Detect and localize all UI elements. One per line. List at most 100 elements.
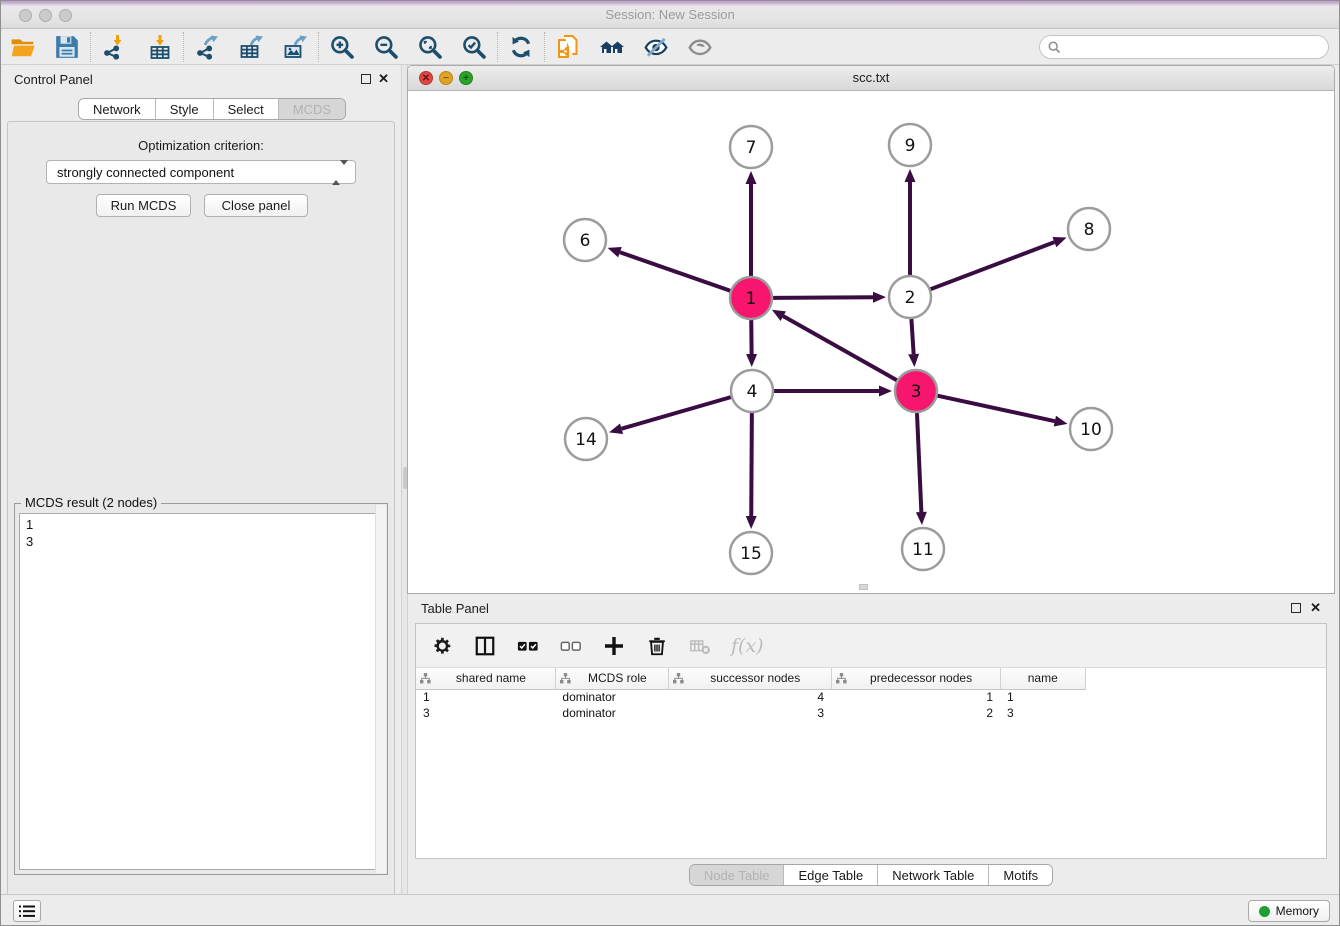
tab-style[interactable]: Style <box>156 99 214 119</box>
tab-network-table[interactable]: Network Table <box>878 865 989 885</box>
svg-text:4: 4 <box>747 382 758 402</box>
table-cell[interactable]: 1 <box>1000 689 1086 705</box>
deselect-all-checkboxes-icon[interactable] <box>559 634 583 658</box>
edge-arrowhead <box>873 292 886 303</box>
graph-node-4[interactable]: 4 <box>731 370 773 412</box>
zoom-fit-icon[interactable] <box>416 33 444 61</box>
table-cell[interactable]: 4 <box>668 689 831 705</box>
table-cell[interactable]: 1 <box>416 689 555 705</box>
graph-edge-3-1[interactable] <box>783 316 897 380</box>
graph-edge-3-10[interactable] <box>937 396 1054 421</box>
svg-text:14: 14 <box>575 430 597 450</box>
table-cell[interactable]: 2 <box>831 705 1000 721</box>
table-cell[interactable]: 1 <box>831 689 1000 705</box>
graph-node-6[interactable]: 6 <box>564 219 606 261</box>
clone-network-icon[interactable] <box>554 33 582 61</box>
select-all-checkboxes-icon[interactable] <box>516 634 540 658</box>
graph-node-14[interactable]: 14 <box>565 418 607 460</box>
add-column-icon[interactable] <box>602 634 626 658</box>
app-titlebar: Session: New Session <box>1 1 1339 29</box>
graph-edge-4-15[interactable] <box>751 413 752 516</box>
memory-button[interactable]: Memory <box>1248 900 1330 922</box>
export-image-icon[interactable] <box>281 33 309 61</box>
close-panel-icon[interactable]: ✕ <box>378 71 389 87</box>
graph-node-9[interactable]: 9 <box>889 124 931 166</box>
svg-text:11: 11 <box>912 540 934 560</box>
search-input[interactable] <box>1065 38 1328 56</box>
graph-node-3[interactable]: 3 <box>895 370 937 412</box>
close-table-panel-icon[interactable]: ✕ <box>1310 600 1321 616</box>
column-header-predecessor-nodes[interactable]: predecessor nodes <box>831 668 1000 689</box>
network-view-window: ✕ − + scc.txt 1 2 3 4 6 7 8 9 10 11 14 15 <box>407 65 1335 594</box>
tab-motifs[interactable]: Motifs <box>989 865 1052 885</box>
control-panel-tabs: Network Style Select MCDS <box>78 98 346 120</box>
table-panel-title: Table Panel <box>421 601 489 616</box>
float-panel-icon[interactable] <box>361 74 371 84</box>
table-settings-gear-icon[interactable] <box>430 634 454 658</box>
graph-node-8[interactable]: 8 <box>1068 208 1110 250</box>
table-row[interactable]: 3dominator323 <box>416 705 1086 721</box>
table-cell[interactable]: 3 <box>668 705 831 721</box>
list-icon <box>19 905 35 918</box>
export-table-icon[interactable] <box>237 33 265 61</box>
table-cell[interactable]: 3 <box>1000 705 1086 721</box>
table-cell[interactable]: 3 <box>416 705 555 721</box>
edge-arrowhead <box>879 386 892 397</box>
graph-node-10[interactable]: 10 <box>1070 408 1112 450</box>
search-icon <box>1048 41 1061 54</box>
column-header-mcds-role[interactable]: MCDS role <box>555 668 668 689</box>
graph-edge-3-11[interactable] <box>917 413 921 512</box>
graph-node-7[interactable]: 7 <box>730 126 772 168</box>
column-header-shared-name[interactable]: shared name <box>416 668 555 689</box>
graph-node-1[interactable]: 1 <box>730 277 772 319</box>
graph-edge-1-6[interactable] <box>620 252 730 291</box>
network-window-titlebar[interactable]: ✕ − + scc.txt <box>408 66 1334 91</box>
search-field[interactable] <box>1039 35 1329 59</box>
task-history-button[interactable] <box>13 900 41 922</box>
graph-node-11[interactable]: 11 <box>902 528 944 570</box>
zoom-selected-icon[interactable] <box>460 33 488 61</box>
float-table-panel-icon[interactable] <box>1291 603 1301 613</box>
tab-edge-table[interactable]: Edge Table <box>784 865 878 885</box>
save-session-icon[interactable] <box>53 33 81 61</box>
graph-edge-2-3[interactable] <box>911 319 913 354</box>
graph-node-2[interactable]: 2 <box>889 276 931 318</box>
canvas-scroll-handle[interactable] <box>859 584 868 590</box>
network-canvas[interactable]: 1 2 3 4 6 7 8 9 10 11 14 15 <box>408 91 1334 593</box>
column-header-successor-nodes[interactable]: successor nodes <box>668 668 831 689</box>
import-network-icon[interactable] <box>100 33 128 61</box>
tab-select[interactable]: Select <box>214 99 279 119</box>
close-panel-button[interactable]: Close panel <box>204 194 308 217</box>
tab-network[interactable]: Network <box>79 99 156 119</box>
table-cell[interactable]: dominator <box>555 689 668 705</box>
open-session-icon[interactable] <box>9 33 37 61</box>
memory-status-dot <box>1259 906 1270 917</box>
show-eye-icon[interactable] <box>686 33 714 61</box>
zoom-in-icon[interactable] <box>328 33 356 61</box>
result-scrollbar[interactable] <box>375 505 386 873</box>
edge-arrowhead <box>746 171 757 184</box>
graph-node-15[interactable]: 15 <box>730 532 772 574</box>
table-tabs: Node Table Edge Table Network Table Moti… <box>689 864 1053 886</box>
hide-eye-icon[interactable] <box>642 33 670 61</box>
mcds-result-lines[interactable]: 13 <box>19 513 383 870</box>
column-chooser-icon[interactable] <box>473 634 497 658</box>
export-network-icon[interactable] <box>193 33 221 61</box>
column-header-name[interactable]: name <box>1000 668 1086 689</box>
home-icon[interactable] <box>598 33 626 61</box>
refresh-icon[interactable] <box>507 33 535 61</box>
run-mcds-button[interactable]: Run MCDS <box>96 194 191 217</box>
import-table-icon[interactable] <box>146 33 174 61</box>
graph-edge-4-14[interactable] <box>622 397 731 429</box>
graph-edge-1-2[interactable] <box>773 297 873 298</box>
delete-column-trash-icon[interactable] <box>645 634 669 658</box>
zoom-out-icon[interactable] <box>372 33 400 61</box>
tab-mcds[interactable]: MCDS <box>279 99 345 119</box>
table-cell[interactable]: dominator <box>555 705 668 721</box>
table-row[interactable]: 1dominator411 <box>416 689 1086 705</box>
graph-edge-2-8[interactable] <box>931 242 1055 289</box>
edge-arrowhead <box>609 423 623 434</box>
optimization-criterion-select[interactable]: strongly connected component <box>46 160 356 184</box>
network-window-title: scc.txt <box>408 70 1334 85</box>
tab-node-table[interactable]: Node Table <box>690 865 785 885</box>
